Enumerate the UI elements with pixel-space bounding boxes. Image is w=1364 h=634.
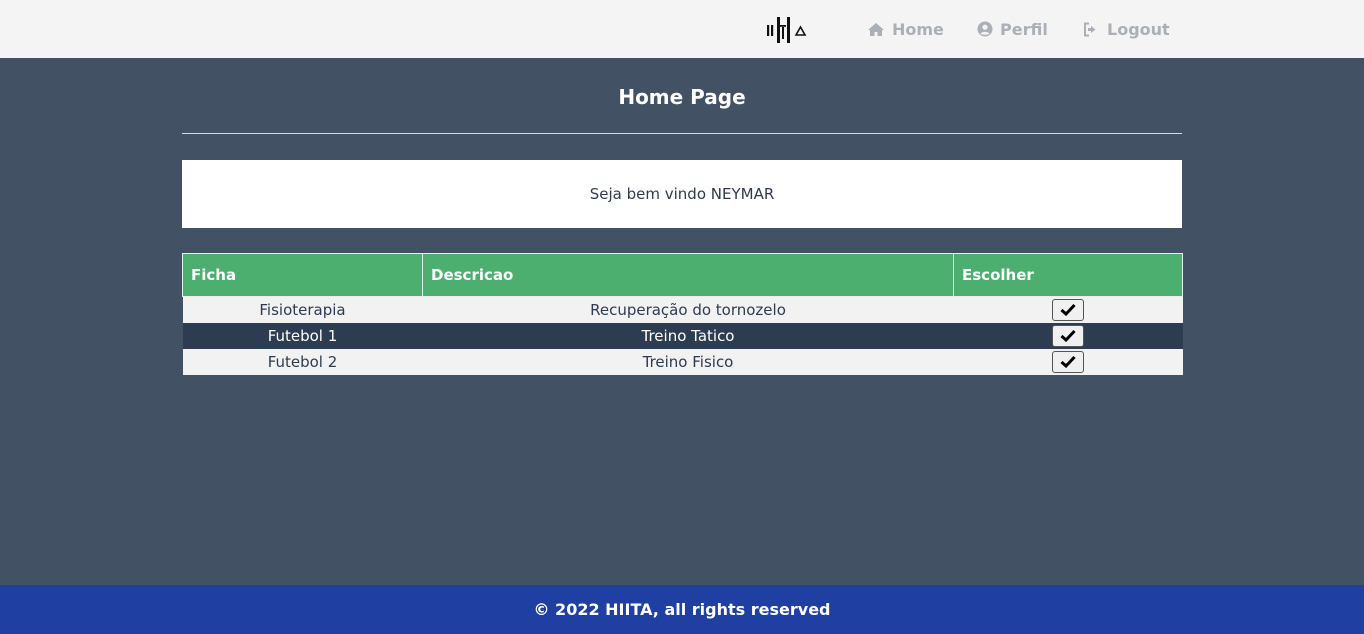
nav-logout-link[interactable]: Logout bbox=[1083, 18, 1170, 40]
nav-home-link[interactable]: Home bbox=[867, 18, 944, 40]
ficha-cell: Futebol 2 bbox=[182, 348, 423, 375]
user-circle-icon bbox=[977, 21, 993, 37]
title-divider bbox=[182, 133, 1182, 134]
nav-home-label: Home bbox=[892, 19, 944, 39]
welcome-box: Seja bem vindo NEYMAR bbox=[182, 160, 1182, 228]
home-icon bbox=[868, 22, 884, 36]
escolher-cell bbox=[953, 348, 1183, 375]
table-row: Futebol 2 Treino Fisico bbox=[182, 348, 1183, 375]
table-row: Futebol 1 Treino Tatico bbox=[182, 322, 1183, 349]
descricao-cell: Treino Tatico bbox=[422, 322, 954, 349]
table-row: Fisioterapia Recuperação do tornozelo bbox=[182, 296, 1183, 323]
sign-out-icon bbox=[1084, 22, 1096, 36]
check-icon bbox=[1060, 329, 1076, 342]
table-header-row: Ficha Descricao Escolher bbox=[182, 253, 1183, 297]
escolher-button[interactable] bbox=[1052, 324, 1084, 347]
nav-perfil-link[interactable]: Perfil bbox=[977, 18, 1048, 40]
page-title: Home Page bbox=[618, 85, 746, 109]
ficha-cell: Fisioterapia bbox=[182, 296, 423, 323]
welcome-message: Seja bem vindo NEYMAR bbox=[589, 185, 775, 203]
top-navbar: Home Perfil Logout bbox=[0, 0, 1364, 58]
hiita-logo-icon bbox=[767, 17, 807, 43]
nav-logout-label: Logout bbox=[1107, 19, 1170, 39]
column-header-escolher: Escolher bbox=[953, 253, 1183, 297]
ficha-cell: Futebol 1 bbox=[182, 322, 423, 349]
descricao-cell: Recuperação do tornozelo bbox=[422, 296, 954, 323]
check-icon bbox=[1060, 304, 1076, 317]
fichas-table: Ficha Descricao Escolher Fisioterapia Re… bbox=[182, 253, 1183, 375]
escolher-button[interactable] bbox=[1052, 350, 1084, 373]
escolher-cell bbox=[953, 296, 1183, 323]
escolher-button[interactable] bbox=[1052, 298, 1084, 321]
escolher-cell bbox=[953, 322, 1183, 349]
check-icon bbox=[1060, 355, 1076, 368]
column-header-descricao: Descricao bbox=[422, 253, 954, 297]
footer-copyright: © 2022 HIITA, all rights reserved bbox=[533, 600, 831, 619]
hiita-logo[interactable] bbox=[765, 17, 807, 43]
footer: © 2022 HIITA, all rights reserved bbox=[0, 585, 1364, 634]
nav-perfil-label: Perfil bbox=[1000, 19, 1048, 39]
column-header-ficha: Ficha bbox=[182, 253, 423, 297]
descricao-cell: Treino Fisico bbox=[422, 348, 954, 375]
